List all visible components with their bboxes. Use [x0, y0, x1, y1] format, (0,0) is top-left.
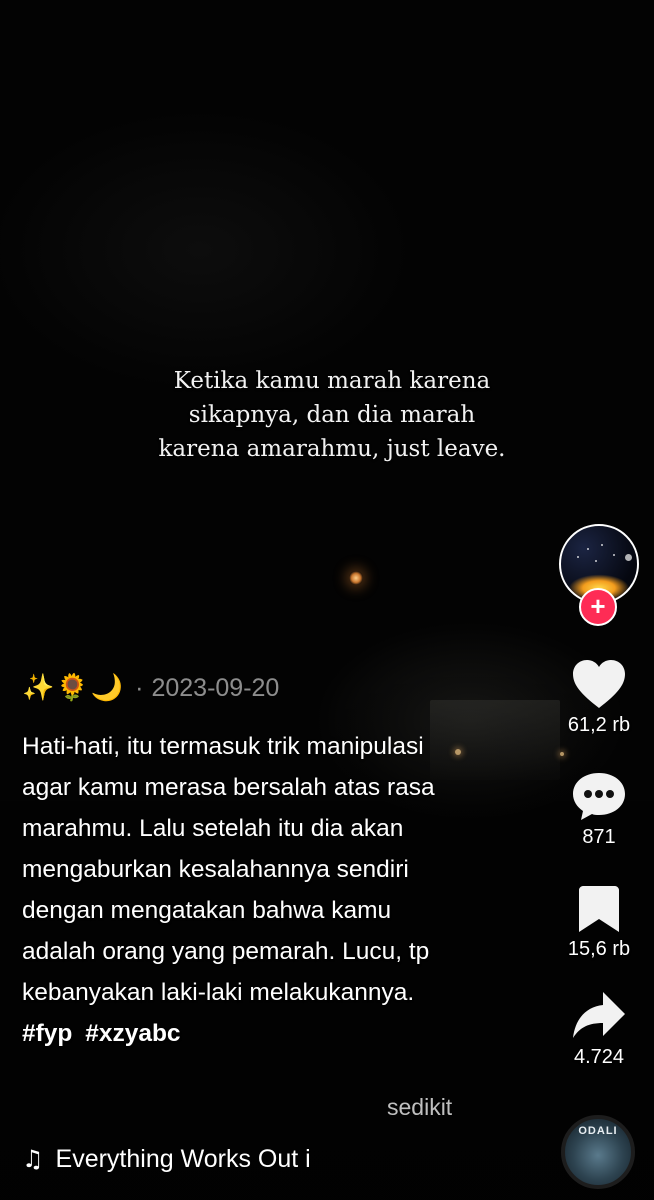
heart-icon: [573, 660, 625, 708]
caption-emojis: ✨🌻🌙: [22, 673, 126, 703]
music-note-icon: ♫: [22, 1145, 44, 1173]
bookmark-count: 15,6 rb: [567, 938, 631, 960]
bookmark-button[interactable]: 15,6 rb: [554, 884, 644, 961]
music-disc-label: ODALI: [578, 1125, 618, 1137]
video-overlay-text: Ketika kamu marah karena sikapnya, dan d…: [158, 368, 506, 462]
hashtag-xzyabc[interactable]: #xzyabc: [85, 1020, 180, 1047]
music-title: Everything Works Out i: [55, 1144, 311, 1173]
comment-icon: [573, 773, 625, 820]
share-arrow-icon: [573, 992, 625, 1038]
follow-button[interactable]: +: [579, 588, 617, 626]
comment-count: 871: [582, 826, 616, 848]
bookmark-icon: [579, 886, 619, 932]
comment-button[interactable]: 871: [554, 770, 644, 849]
share-count: 4.724: [573, 1046, 625, 1068]
like-button[interactable]: 61,2 rb: [554, 658, 644, 737]
like-count: 61,2 rb: [567, 714, 631, 736]
caption-text[interactable]: Hati-hati, itu termasuk trik manipulasi …: [22, 726, 452, 1054]
video-street-light: [349, 571, 363, 585]
caption-separator: ·: [135, 673, 144, 702]
caption-header: ✨🌻🌙 · 2023-09-20: [22, 670, 279, 706]
author-avatar-group[interactable]: +: [559, 524, 639, 626]
music-disc[interactable]: ODALI: [561, 1115, 635, 1189]
caption-body: Hati-hati, itu termasuk trik manipulasi …: [22, 733, 435, 1006]
hashtag-fyp[interactable]: #fyp: [22, 1020, 72, 1047]
share-button[interactable]: 4.724: [554, 990, 644, 1069]
post-date: 2023-09-20: [151, 673, 280, 702]
see-less-button[interactable]: sedikit: [387, 1094, 452, 1121]
music-row[interactable]: ♫ Everything Works Out i: [22, 1141, 352, 1177]
